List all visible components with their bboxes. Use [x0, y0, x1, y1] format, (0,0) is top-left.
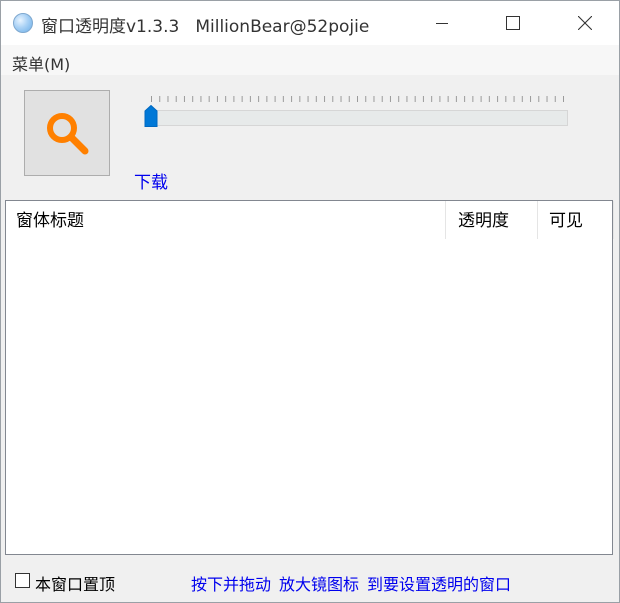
- column-header-visible[interactable]: 可见: [538, 201, 614, 239]
- slider-track: [150, 110, 568, 126]
- usage-hint: 按下并拖动 放大镜图标 到要设置透明的窗口: [191, 571, 519, 595]
- menu-bar: 菜单(M): [1, 45, 619, 75]
- download-link[interactable]: 下载: [134, 168, 168, 193]
- window-title-name: 窗口透明度v1.3.3: [41, 17, 180, 37]
- opacity-slider[interactable]: [143, 93, 571, 129]
- maximize-icon: [506, 16, 520, 30]
- slider-ticks: [151, 96, 564, 102]
- close-button[interactable]: [562, 1, 608, 45]
- window-finder-button[interactable]: [24, 90, 110, 176]
- column-header-opacity[interactable]: 透明度: [446, 201, 538, 239]
- toolbar: 下载: [1, 75, 619, 200]
- minimize-icon: [436, 23, 448, 24]
- window-list[interactable]: 窗体标题 透明度 可见: [5, 200, 614, 555]
- menu-item-menu[interactable]: 菜单(M): [12, 51, 70, 75]
- title-bar[interactable]: 窗口透明度v1.3.3 MillionBear@52pojie: [1, 1, 619, 45]
- status-bar: 本窗口置顶 按下并拖动 放大镜图标 到要设置透明的窗口: [1, 561, 619, 601]
- close-icon: [578, 16, 592, 30]
- maximize-button[interactable]: [490, 1, 536, 45]
- minimize-button[interactable]: [419, 1, 465, 45]
- slider-thumb[interactable]: [144, 105, 158, 127]
- usage-hint-part: 按下并拖动: [191, 575, 272, 594]
- app-icon: [13, 13, 33, 33]
- column-header-title[interactable]: 窗体标题: [6, 201, 446, 239]
- always-on-top-label[interactable]: 本窗口置顶: [35, 571, 115, 595]
- app-window: 窗口透明度v1.3.3 MillionBear@52pojie 菜单(M) 下载…: [0, 0, 620, 603]
- window-title-author: MillionBear@52pojie: [195, 17, 370, 37]
- always-on-top-checkbox[interactable]: [15, 573, 30, 588]
- list-header: 窗体标题 透明度 可见: [6, 201, 614, 239]
- usage-hint-part: 放大镜图标: [279, 575, 360, 594]
- usage-hint-part: 到要设置透明的窗口: [367, 575, 512, 594]
- window-title: 窗口透明度v1.3.3 MillionBear@52pojie: [41, 12, 369, 37]
- magnifier-icon: [47, 113, 89, 155]
